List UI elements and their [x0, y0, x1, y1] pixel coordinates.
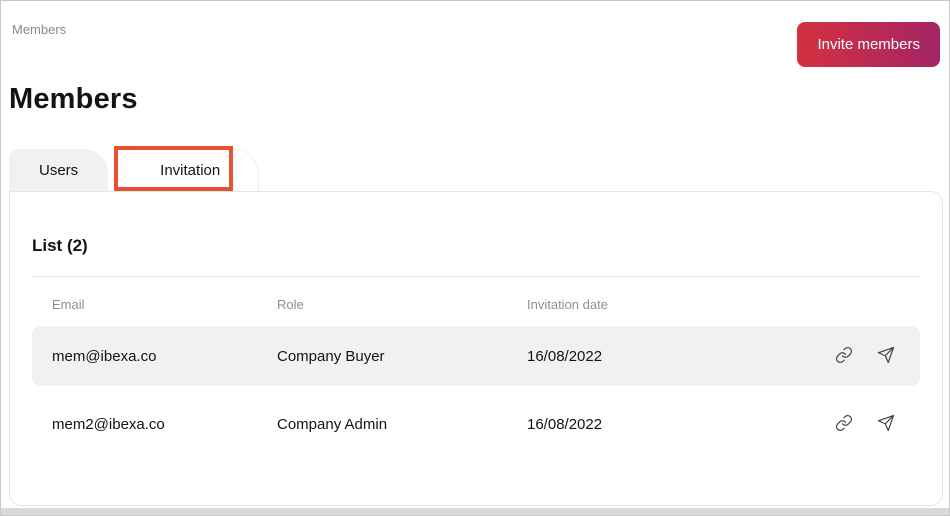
row-actions — [810, 346, 920, 366]
breadcrumb[interactable]: Members — [12, 22, 66, 37]
list-title: List (2) — [32, 236, 920, 256]
cell-invitation-date: 16/08/2022 — [527, 416, 810, 433]
column-header-invitation-date: Invitation date — [527, 297, 810, 312]
tab-users[interactable]: Users — [9, 149, 108, 191]
resend-invitation-button[interactable] — [876, 414, 896, 434]
cell-role: Company Buyer — [277, 348, 527, 365]
copy-link-button[interactable] — [834, 346, 854, 366]
invitation-panel: List (2) Email Role Invitation date mem@… — [9, 191, 943, 506]
column-header-role: Role — [277, 297, 527, 312]
cell-email: mem@ibexa.co — [32, 348, 277, 365]
tab-invitation[interactable]: Invitation — [122, 149, 259, 191]
column-header-email: Email — [32, 297, 277, 312]
resend-invitation-button[interactable] — [876, 346, 896, 366]
table-row: mem@ibexa.co Company Buyer 16/08/2022 — [32, 326, 920, 386]
row-actions — [810, 414, 920, 434]
table-header: Email Role Invitation date — [32, 277, 920, 326]
send-icon — [877, 414, 895, 435]
page-bottom-strip — [1, 508, 949, 515]
table-row: mem2@ibexa.co Company Admin 16/08/2022 — [32, 394, 920, 454]
cell-role: Company Admin — [277, 416, 527, 433]
send-icon — [877, 346, 895, 367]
tab-bar: Users Invitation — [9, 149, 259, 191]
members-page: Members Invite members Members Users Inv… — [0, 0, 950, 516]
link-icon — [835, 346, 853, 367]
cell-invitation-date: 16/08/2022 — [527, 348, 810, 365]
cell-email: mem2@ibexa.co — [32, 416, 277, 433]
link-icon — [835, 414, 853, 435]
copy-link-button[interactable] — [834, 414, 854, 434]
page-title: Members — [9, 83, 138, 116]
invite-members-button[interactable]: Invite members — [797, 22, 940, 67]
